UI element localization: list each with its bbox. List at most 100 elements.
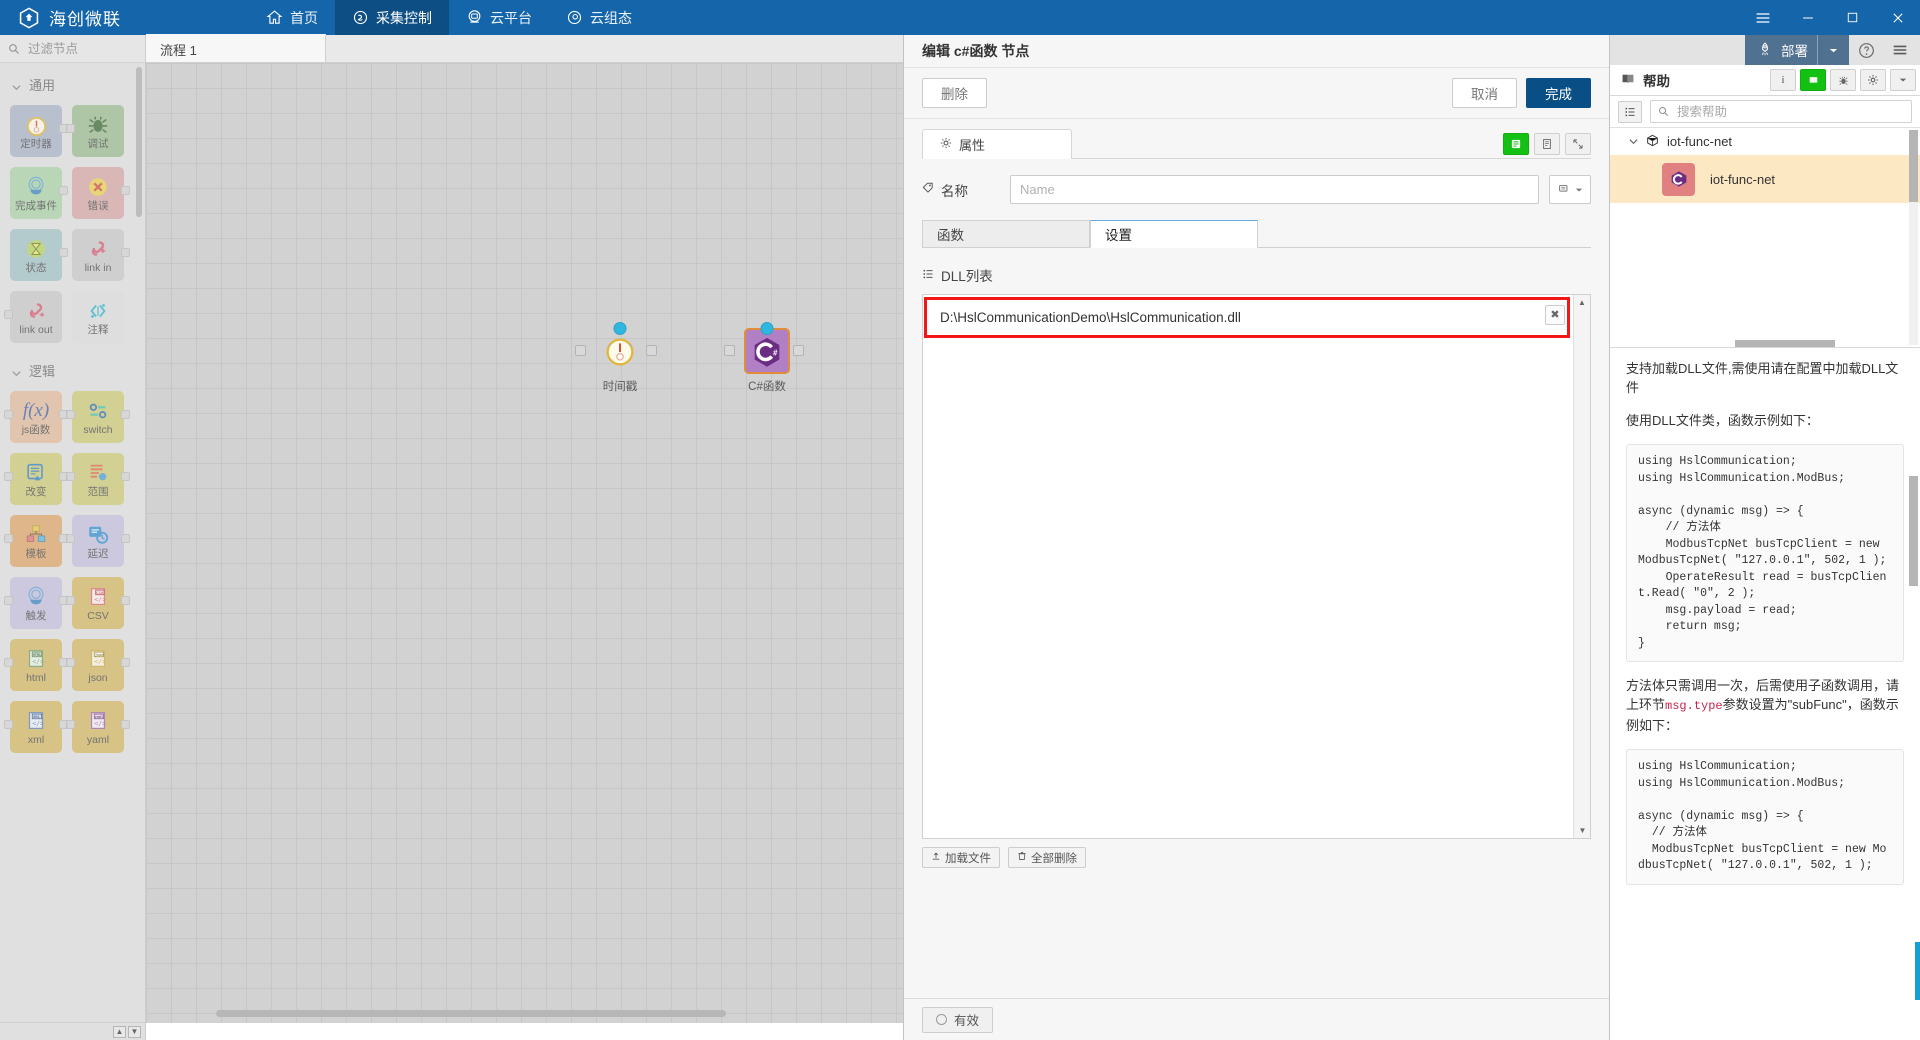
help-book-icon[interactable] [1800, 69, 1826, 91]
html-icon: HTML </> [24, 646, 48, 672]
edge-resize-marker[interactable] [1915, 942, 1920, 1000]
node-port-in [66, 410, 75, 419]
list-toggle-icon[interactable] [1618, 100, 1642, 123]
tree-row-package[interactable]: iot-func-net [1610, 128, 1920, 155]
deploy-button[interactable]: 部署 [1745, 35, 1849, 65]
expand-all-button[interactable]: ▼ [128, 1025, 141, 1038]
palette-scrollbar[interactable] [136, 67, 142, 217]
palette-node-html[interactable]: HTML </> html [4, 639, 68, 691]
palette-node-link-out[interactable]: link out [4, 291, 62, 343]
flow-node-label: C#函数 [748, 381, 786, 393]
palette-node-label: link out [19, 324, 53, 336]
node-port-in [66, 658, 75, 667]
close-button[interactable] [1875, 0, 1920, 35]
palette-node-xml[interactable]: XML </> xml [4, 701, 68, 753]
info-icon[interactable]: i [1770, 69, 1796, 91]
top-nav-items: 首页 采集控制 云平台 云组态 [249, 0, 649, 35]
flow-tab-1[interactable]: 流程 1 [146, 34, 326, 62]
nav-item-cloud-config[interactable]: 云组态 [549, 0, 649, 35]
palette-node-complete-event[interactable]: 完成事件 [10, 167, 68, 219]
palette-group-label: 通用 [29, 78, 56, 93]
nav-item-cloud-platform[interactable]: 云平台 [449, 0, 549, 35]
document-icon[interactable] [1534, 133, 1560, 155]
more-caret-icon[interactable] [1890, 69, 1916, 91]
palette-node-csv[interactable]: CSV </> CSV [66, 577, 130, 629]
palette-node-timer[interactable]: 定时器 [10, 105, 68, 157]
palette-node-change[interactable]: 改变 [4, 453, 68, 505]
canvas-horizontal-scrollbar[interactable] [146, 1010, 906, 1017]
tree-row-node-selected[interactable]: iot-func-net [1610, 155, 1920, 203]
palette-group-logic-header[interactable]: 逻辑 [0, 349, 145, 388]
minimize-button[interactable] [1785, 0, 1830, 35]
dll-list-scrollbar[interactable]: ▲ ▼ [1573, 295, 1590, 838]
palette-node-yaml[interactable]: yaml </> yaml [66, 701, 130, 753]
palette-node-link-in[interactable]: link in [72, 229, 130, 281]
subtab-function[interactable]: 函数 [922, 220, 1090, 248]
help-panel-tab-buttons: i [1770, 69, 1920, 91]
node-port-in [4, 472, 13, 481]
name-type-dropdown[interactable] [1549, 175, 1591, 204]
flow-node-timestamp[interactable]: 时间戳 [575, 322, 657, 393]
flow-tab-label: 流程 1 [160, 42, 197, 58]
palette-node-switch[interactable]: switch [66, 391, 130, 443]
expand-icon[interactable] [1565, 133, 1591, 155]
deploy-dropdown-caret[interactable] [1817, 35, 1838, 65]
node-port-out [121, 720, 130, 729]
flow-canvas[interactable]: 时间戳 # C#函数 [146, 63, 906, 1023]
palette-node-template[interactable]: 模板 [4, 515, 68, 567]
palette-node-comment[interactable]: 注释 [72, 291, 124, 343]
done-button[interactable]: 完成 [1526, 78, 1591, 108]
node-port-in [4, 658, 13, 667]
cancel-button[interactable]: 取消 [1452, 78, 1517, 108]
help-search-input[interactable] [1675, 103, 1904, 120]
load-file-button[interactable]: 加载文件 [922, 847, 1000, 868]
tree-vertical-scrollbar[interactable] [1909, 130, 1918, 345]
nav-item-home[interactable]: 首页 [249, 0, 335, 35]
nav-item-collect-control[interactable]: 采集控制 [335, 0, 449, 35]
config-gear-icon[interactable] [1860, 69, 1886, 91]
palette-node-status[interactable]: 状态 [10, 229, 68, 281]
enable-toggle[interactable]: 有效 [922, 1006, 994, 1033]
dll-list-header: DLL列表 [922, 265, 1591, 285]
help-scrollbar[interactable] [1909, 356, 1918, 1032]
subtab-settings[interactable]: 设置 [1090, 220, 1258, 248]
palette-node-trigger[interactable]: 触发 [4, 577, 68, 629]
delete-button[interactable]: 删除 [922, 78, 987, 108]
palette-node-json[interactable]: json </> json [66, 639, 130, 691]
name-form-row: 名称 [922, 175, 1591, 204]
settings-green-icon[interactable] [1503, 133, 1529, 155]
name-input[interactable] [1010, 175, 1539, 204]
palette-node-label: 注释 [87, 324, 109, 336]
flow-node-csharp-function[interactable]: # C#函数 [724, 322, 804, 393]
help-button[interactable] [1849, 35, 1883, 65]
palette-filter[interactable] [0, 35, 145, 63]
node-port-in [66, 534, 75, 543]
debug-bug-icon[interactable] [1830, 69, 1856, 91]
dll-remove-button[interactable]: ✖ [1545, 305, 1565, 325]
dialog-subtabs: 函数 设置 [922, 220, 1591, 248]
tab-properties[interactable]: 属性 [922, 129, 1072, 159]
palette-node-js-function[interactable]: f(x) js函数 [4, 391, 68, 443]
palette-group-general-header[interactable]: 通用 [0, 63, 145, 102]
palette-node-delay[interactable]: 延迟 [66, 515, 130, 567]
palette-node-range[interactable]: 范围 [66, 453, 130, 505]
palette-node-label: yaml [86, 734, 110, 746]
palette-footer: ▲ ▼ [0, 1022, 145, 1040]
app-menu-button[interactable] [1740, 0, 1785, 35]
node-port-in [575, 345, 586, 356]
scroll-up-arrow-icon[interactable]: ▲ [1574, 295, 1590, 310]
dll-list-item[interactable]: D:\HslCommunicationDemo\HslCommunication… [924, 297, 1570, 338]
csharp-node-icon [1662, 162, 1695, 196]
scroll-down-arrow-icon[interactable]: ▼ [1574, 823, 1590, 838]
help-search-field[interactable] [1650, 100, 1912, 123]
maximize-button[interactable] [1830, 0, 1875, 35]
palette-node-debug[interactable]: 调试 [66, 105, 124, 157]
delete-all-button[interactable]: 全部删除 [1008, 847, 1086, 868]
palette-filter-input[interactable] [26, 40, 136, 57]
palette-node-error[interactable]: 错误 [72, 167, 130, 219]
collapse-all-button[interactable]: ▲ [113, 1025, 126, 1038]
application-window: 海创微联 首页 采集控制 云平台 云组态 过滤节点 通用 定时器 调试 完成事件… [0, 0, 1920, 1040]
hamburger-menu-button[interactable] [1883, 35, 1917, 65]
tree-horizontal-scrollbar[interactable] [1610, 340, 1906, 347]
node-port-in [4, 534, 13, 543]
